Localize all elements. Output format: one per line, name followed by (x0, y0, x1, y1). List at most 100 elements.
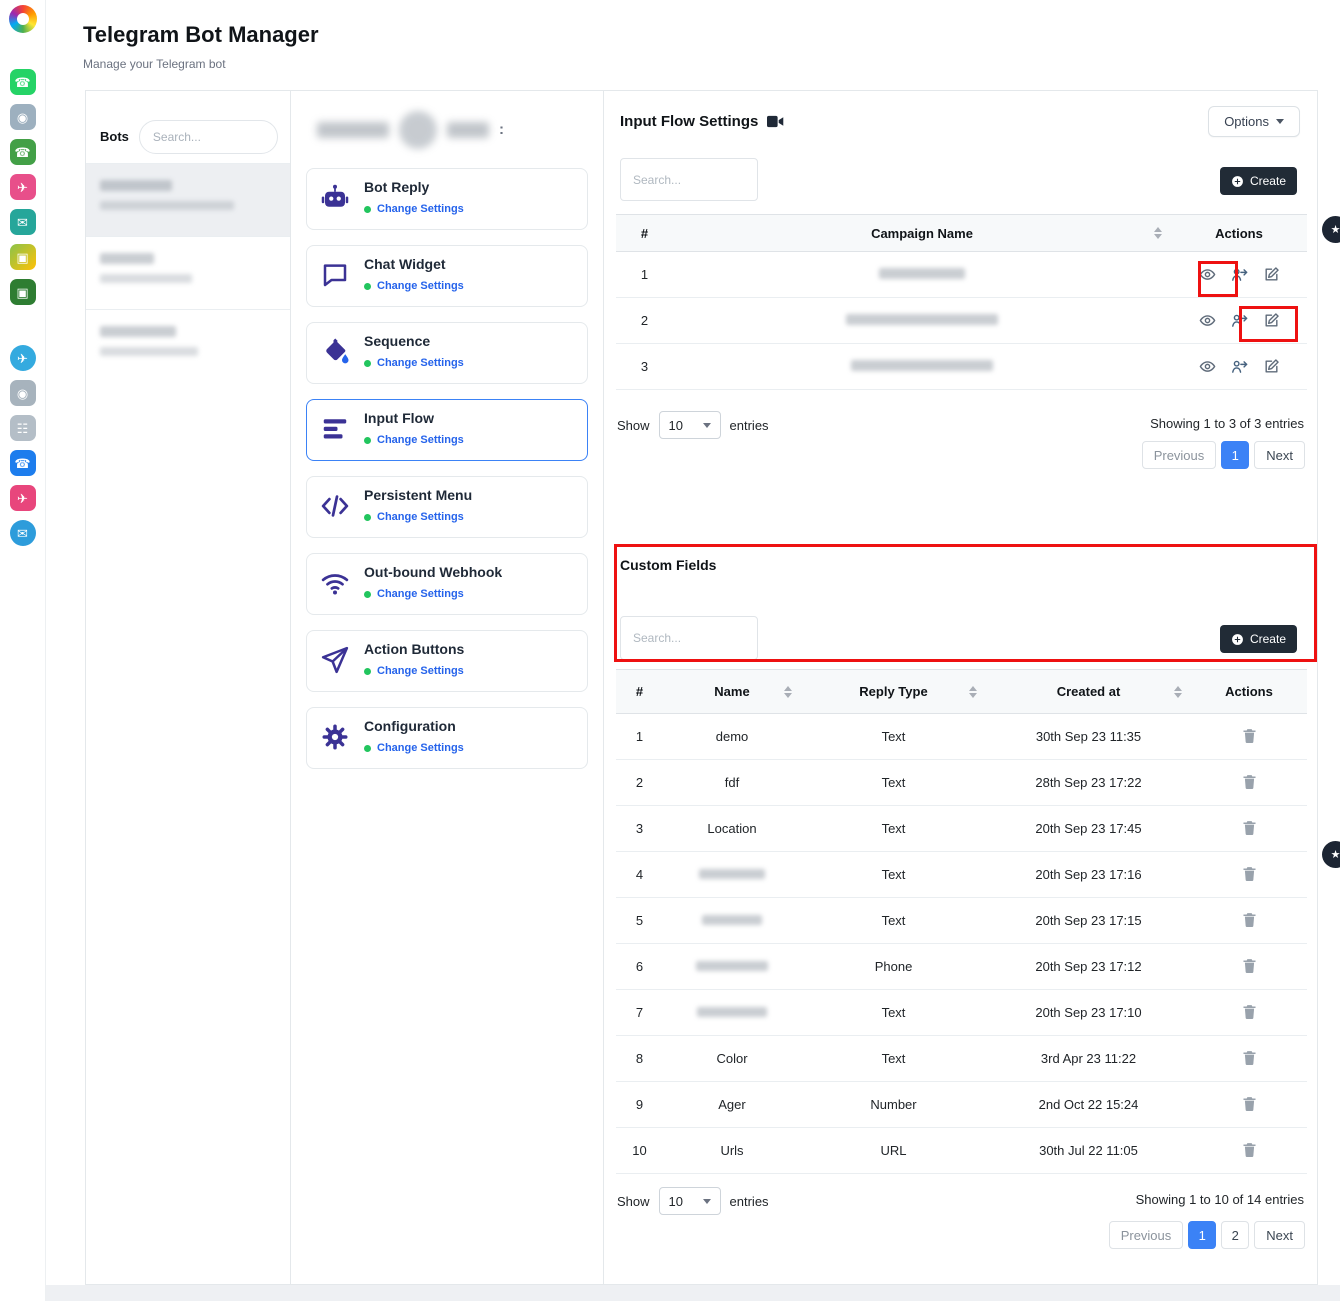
card-label: Input Flow (364, 409, 434, 426)
delete-button[interactable] (1240, 864, 1259, 883)
bot-list-item[interactable] (86, 309, 290, 382)
integrations-icon[interactable]: ▣ (10, 244, 36, 270)
telegram-icon[interactable]: ✈ (10, 345, 36, 371)
column-header-reply-type[interactable]: Reply Type (801, 670, 986, 714)
page-header: Telegram Bot Manager Manage your Telegra… (83, 22, 319, 71)
change-settings-link[interactable]: Change Settings (364, 588, 502, 600)
messenger-bot-glyph: ◉ (17, 111, 28, 124)
campaign-search-input[interactable] (620, 158, 758, 201)
export-button[interactable] (1230, 357, 1249, 376)
card-label: Persistent Menu (364, 486, 472, 503)
delete-button[interactable] (1240, 1094, 1259, 1113)
delete-button[interactable] (1240, 726, 1259, 745)
create-campaign-button[interactable]: Create (1220, 167, 1297, 195)
delete-button[interactable] (1240, 818, 1259, 837)
column-header-name[interactable]: Name (663, 670, 801, 714)
edit-button[interactable] (1262, 265, 1281, 284)
bots-panel: Bots (85, 90, 291, 1285)
view-button[interactable] (1198, 357, 1217, 376)
sort-icon[interactable] (1154, 227, 1162, 239)
change-settings-link[interactable]: Change Settings (364, 203, 464, 215)
page-size-select[interactable]: 10 (659, 1187, 721, 1215)
chatbot-teal-icon[interactable]: ✉ (10, 209, 36, 235)
card-input-flow[interactable]: Input Flow Change Settings (306, 399, 588, 461)
page-size-row: Show 10 entries (617, 411, 769, 439)
bot-list-item[interactable] (86, 236, 290, 309)
sort-icon[interactable] (784, 686, 792, 698)
custom-field-row: 6 Phone 20th Sep 23 17:12 (616, 944, 1307, 990)
settings-cards: Bot Reply Change Settings Chat Widget Ch… (291, 168, 603, 769)
field-name-cell: demo (663, 714, 801, 760)
change-settings-link[interactable]: Change Settings (364, 280, 464, 292)
previous-page-button[interactable]: Previous (1142, 441, 1217, 469)
options-button[interactable]: Options (1208, 106, 1300, 137)
page-size-select[interactable]: 10 (659, 411, 721, 439)
whatsapp-business-icon[interactable]: ☎ (10, 139, 36, 165)
edit-button[interactable] (1262, 357, 1281, 376)
change-settings-link[interactable]: Change Settings (364, 742, 464, 754)
ai-assistant-button[interactable]: ★ (1322, 841, 1340, 868)
reply-type-cell: Text (801, 898, 986, 944)
export-button[interactable] (1230, 265, 1249, 284)
delete-button[interactable] (1240, 772, 1259, 791)
next-page-button[interactable]: Next (1254, 1221, 1305, 1249)
team-icon[interactable]: ☷ (10, 415, 36, 441)
actions-cell (1191, 714, 1307, 760)
card-chat-widget[interactable]: Chat Widget Change Settings (306, 245, 588, 307)
previous-page-button[interactable]: Previous (1109, 1221, 1184, 1249)
messenger-bot-icon[interactable]: ◉ (10, 104, 36, 130)
card-outbound-webhook[interactable]: Out-bound Webhook Change Settings (306, 553, 588, 615)
ai-assistant-button[interactable]: ★ (1322, 216, 1340, 243)
status-dot (364, 437, 371, 444)
bot-gray-icon[interactable]: ◉ (10, 380, 36, 406)
column-header-actions: Actions (1191, 670, 1307, 714)
card-bot-reply[interactable]: Bot Reply Change Settings (306, 168, 588, 230)
change-settings-link[interactable]: Change Settings (364, 357, 464, 369)
shop-glyph: ▣ (16, 286, 28, 299)
column-header-campaign[interactable]: Campaign Name (673, 215, 1171, 252)
sort-icon[interactable] (969, 686, 977, 698)
next-page-button[interactable]: Next (1254, 441, 1305, 469)
bot-list-item[interactable] (86, 163, 290, 236)
delete-button[interactable] (1240, 1140, 1259, 1159)
page-button-1[interactable]: 1 (1221, 441, 1249, 469)
card-sequence[interactable]: Sequence Change Settings (306, 322, 588, 384)
paper-plane-icon (319, 644, 351, 676)
telegram-magenta-icon[interactable]: ✈ (10, 485, 36, 511)
delete-button[interactable] (1240, 1002, 1259, 1021)
change-settings-link[interactable]: Change Settings (364, 665, 464, 677)
export-button[interactable] (1230, 311, 1249, 330)
bot-settings-header: : (291, 91, 603, 168)
sort-icon[interactable] (1174, 686, 1182, 698)
app-logo-icon[interactable] (9, 5, 37, 33)
change-settings-link[interactable]: Change Settings (364, 511, 472, 523)
shop-icon[interactable]: ▣ (10, 279, 36, 305)
view-button[interactable] (1198, 265, 1217, 284)
delete-button[interactable] (1240, 910, 1259, 929)
bots-search-input[interactable] (139, 120, 278, 154)
phone-blue-icon[interactable]: ☎ (10, 450, 36, 476)
edit-button[interactable] (1262, 311, 1281, 330)
telegram-pink-icon[interactable]: ✈ (10, 174, 36, 200)
column-header-created-at[interactable]: Created at (986, 670, 1191, 714)
custom-fields-search-input[interactable] (620, 616, 758, 660)
view-button[interactable] (1198, 311, 1217, 330)
blurred-bot-title (447, 122, 489, 138)
create-custom-field-button[interactable]: Create (1220, 625, 1297, 653)
card-persistent-menu[interactable]: Persistent Menu Change Settings (306, 476, 588, 538)
card-action-buttons[interactable]: Action Buttons Change Settings (306, 630, 588, 692)
actions-cell (1191, 806, 1307, 852)
delete-button[interactable] (1240, 956, 1259, 975)
delete-button[interactable] (1240, 1048, 1259, 1067)
page-button-1[interactable]: 1 (1188, 1221, 1216, 1249)
campaign-row: 3 (616, 344, 1307, 390)
change-settings-link[interactable]: Change Settings (364, 434, 464, 446)
whatsapp-icon[interactable]: ☎ (10, 69, 36, 95)
field-name-cell (663, 944, 801, 990)
card-configuration[interactable]: Configuration Change Settings (306, 707, 588, 769)
chat-blue-icon[interactable]: ✉ (10, 520, 36, 546)
plus-circle-icon (1231, 633, 1244, 646)
telegram-pink-glyph: ✈ (17, 181, 28, 194)
page-button-2[interactable]: 2 (1221, 1221, 1249, 1249)
row-number: 6 (616, 944, 663, 990)
